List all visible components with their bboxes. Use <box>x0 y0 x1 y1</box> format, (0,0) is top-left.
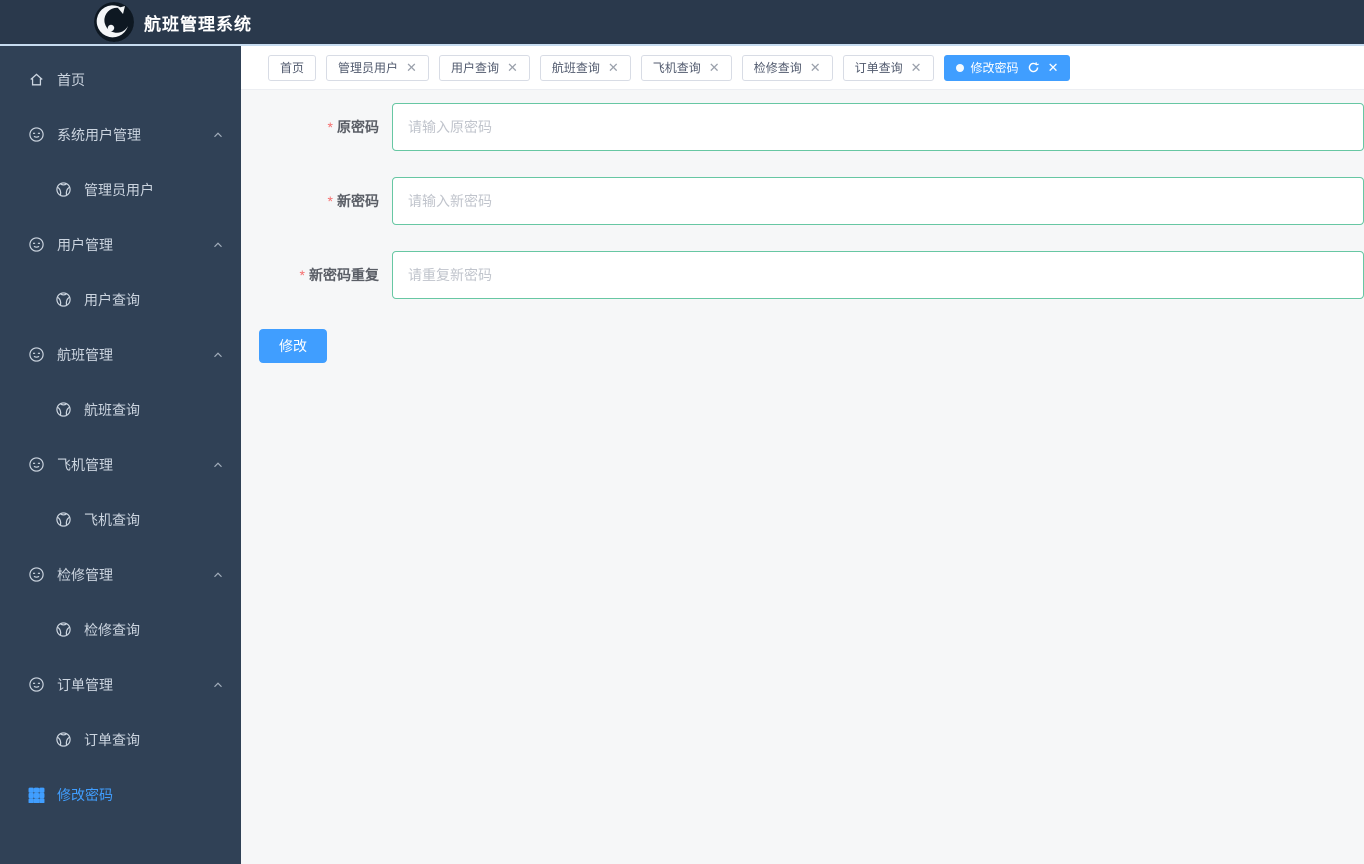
tab-home[interactable]: 首页 <box>268 54 317 81</box>
sidebar-item-label: 订单查询 <box>84 731 140 748</box>
close-icon[interactable]: ✕ <box>709 61 720 74</box>
sidebar-item-order-query[interactable]: 订单查询 <box>0 712 241 767</box>
required-mark: * <box>327 119 333 135</box>
eleme-circle-icon <box>28 346 45 363</box>
sidebar-group-user-mgmt[interactable]: 用户管理 <box>0 217 241 272</box>
sidebar-item-admin-users[interactable]: 管理员用户 <box>0 162 241 217</box>
sidebar-item-maintenance-query[interactable]: 检修查询 <box>0 602 241 657</box>
sidebar-item-label: 航班管理 <box>57 346 113 363</box>
required-mark: * <box>327 193 333 209</box>
form-row-old-password: * 原密码 <box>241 103 1364 151</box>
tab-label: 用户查询 <box>450 61 499 75</box>
eleme-circle-icon <box>28 126 45 143</box>
tab-admin-users[interactable]: 管理员用户 ✕ <box>326 54 429 81</box>
sidebar-item-home[interactable]: 首页 <box>0 52 241 107</box>
tab-label: 管理员用户 <box>338 61 399 75</box>
sidebar-group-maintenance-mgmt[interactable]: 检修管理 <box>0 547 241 602</box>
tab-plane-query[interactable]: 飞机查询 ✕ <box>640 54 732 81</box>
sidebar-item-label: 首页 <box>57 71 85 88</box>
field-label: * 新密码重复 <box>299 267 379 283</box>
eleme-circle-icon <box>28 566 45 583</box>
app-title: 航班管理系统 <box>144 14 252 34</box>
sidebar-item-flight-query[interactable]: 航班查询 <box>0 382 241 437</box>
close-icon[interactable]: ✕ <box>406 61 417 74</box>
tab-maintenance-query[interactable]: 检修查询 ✕ <box>741 54 833 81</box>
active-dot-icon <box>955 63 964 72</box>
sidebar-item-label: 修改密码 <box>57 786 113 803</box>
sidebar-item-label: 系统用户管理 <box>57 126 141 143</box>
form-row-repeat-password: * 新密码重复 <box>241 251 1364 299</box>
tab-label: 检修查询 <box>753 61 802 75</box>
app-header: 航班管理系统 <box>0 0 1364 46</box>
sidebar-item-label: 航班查询 <box>84 401 140 418</box>
new-password-input[interactable] <box>392 177 1364 225</box>
football-icon <box>55 291 72 308</box>
sidebar-item-label: 检修查询 <box>84 621 140 638</box>
sidebar-item-label: 检修管理 <box>57 566 113 583</box>
close-icon[interactable]: ✕ <box>608 61 619 74</box>
sidebar-group-flight-mgmt[interactable]: 航班管理 <box>0 327 241 382</box>
sidebar-item-user-query[interactable]: 用户查询 <box>0 272 241 327</box>
football-icon <box>55 181 72 198</box>
repeat-password-input[interactable] <box>392 251 1364 299</box>
chevron-up-icon <box>211 238 225 252</box>
football-icon <box>55 621 72 638</box>
close-icon[interactable]: ✕ <box>507 61 518 74</box>
field-label: * 原密码 <box>327 119 379 135</box>
grid-menu-icon <box>28 786 45 803</box>
chevron-up-icon <box>211 348 225 362</box>
tab-label: 首页 <box>280 61 305 75</box>
refresh-icon[interactable] <box>1027 61 1040 74</box>
tab-flight-query[interactable]: 航班查询 ✕ <box>539 54 631 81</box>
change-password-form: *原密码 *新密码 *新密码重复 修改 <box>241 90 1364 863</box>
sidebar: 首页 系统用户管理 管理员用户 用户管理 用户查询 航班管理 航班查询 飞机管理… <box>0 46 241 864</box>
close-icon[interactable]: ✕ <box>1048 61 1059 74</box>
football-icon <box>55 401 72 418</box>
eleme-circle-icon <box>28 236 45 253</box>
field-label: * 新密码 <box>327 193 379 209</box>
football-icon <box>55 511 72 528</box>
sidebar-group-system-users[interactable]: 系统用户管理 <box>0 107 241 162</box>
close-icon[interactable]: ✕ <box>810 61 821 74</box>
tab-label: 航班查询 <box>551 61 600 75</box>
main-area: 首页 管理员用户 ✕ 用户查询 ✕ 航班查询 ✕ 飞机查询 ✕ 检修查询 ✕ 订… <box>241 46 1364 864</box>
chevron-up-icon <box>211 128 225 142</box>
submit-button[interactable]: 修改 <box>259 329 327 363</box>
tab-change-password[interactable]: 修改密码 ✕ <box>943 54 1071 81</box>
tab-label: 飞机查询 <box>652 61 701 75</box>
home-icon <box>28 71 45 88</box>
old-password-input[interactable] <box>392 103 1364 151</box>
sidebar-item-label: 用户管理 <box>57 236 113 253</box>
required-mark: * <box>299 267 305 283</box>
close-icon[interactable]: ✕ <box>911 61 922 74</box>
sidebar-item-label: 用户查询 <box>84 291 140 308</box>
sidebar-item-label: 管理员用户 <box>84 181 154 198</box>
chevron-up-icon <box>211 458 225 472</box>
football-icon <box>55 731 72 748</box>
eleme-circle-icon <box>28 676 45 693</box>
tab-user-query[interactable]: 用户查询 ✕ <box>438 54 530 81</box>
sidebar-group-order-mgmt[interactable]: 订单管理 <box>0 657 241 712</box>
form-row-new-password: * 新密码 <box>241 177 1364 225</box>
app-logo-icon <box>94 2 134 42</box>
tab-label: 修改密码 <box>970 61 1019 75</box>
sidebar-item-label: 飞机查询 <box>84 511 140 528</box>
sidebar-item-plane-query[interactable]: 飞机查询 <box>0 492 241 547</box>
chevron-up-icon <box>211 678 225 692</box>
tab-order-query[interactable]: 订单查询 ✕ <box>842 54 934 81</box>
sidebar-item-label: 飞机管理 <box>57 456 113 473</box>
sidebar-group-plane-mgmt[interactable]: 飞机管理 <box>0 437 241 492</box>
tab-bar: 首页 管理员用户 ✕ 用户查询 ✕ 航班查询 ✕ 飞机查询 ✕ 检修查询 ✕ 订… <box>241 46 1364 90</box>
tab-label: 订单查询 <box>854 61 903 75</box>
eleme-circle-icon <box>28 456 45 473</box>
chevron-up-icon <box>211 568 225 582</box>
sidebar-item-label: 订单管理 <box>57 676 113 693</box>
sidebar-item-change-password[interactable]: 修改密码 <box>0 767 241 822</box>
